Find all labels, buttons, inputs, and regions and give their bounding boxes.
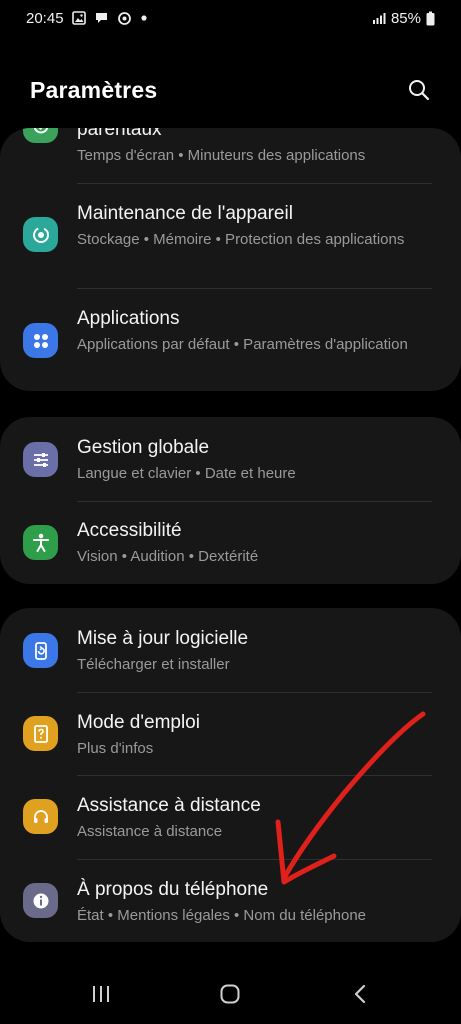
battery-level: 85% — [390, 9, 421, 27]
settings-item-general-management[interactable]: Gestion globale Langue et clavier • Date… — [0, 417, 461, 501]
item-title: Maintenance de l'appareil — [77, 203, 293, 224]
status-right: 85% — [372, 10, 435, 27]
settings-item-about-phone[interactable]: À propos du téléphone État • Mentions lé… — [0, 860, 461, 942]
item-subtitle: Plus d'infos — [77, 740, 154, 757]
sliders-icon — [23, 442, 58, 477]
apps-grid-icon — [23, 323, 58, 358]
search-icon — [409, 80, 430, 101]
accessibility-icon — [23, 525, 58, 560]
settings-group-3: Mise à jour logicielle Télécharger et in… — [0, 608, 461, 942]
item-title: Mise à jour logicielle — [77, 628, 249, 649]
parental-control-icon — [23, 128, 58, 143]
gallery-icon — [71, 11, 86, 25]
item-subtitle: Vision • Audition • Dextérité — [77, 548, 259, 565]
navigation-bar — [0, 966, 461, 1024]
search-button[interactable] — [405, 76, 433, 104]
dot-icon — [140, 14, 148, 22]
settings-group-2: Gestion globale Langue et clavier • Date… — [0, 417, 461, 584]
home-icon — [220, 984, 240, 1004]
item-title: Assistance à distance — [77, 795, 261, 816]
item-subtitle: Stockage • Mémoire • Protection des appl… — [77, 231, 405, 248]
item-subtitle: Télécharger et installer — [77, 656, 230, 673]
headset-icon — [23, 799, 58, 834]
status-bar: 20:45 85% — [0, 0, 461, 36]
recents-icon — [93, 986, 109, 1002]
item-title: Applications — [77, 308, 180, 329]
settings-item-user-manual[interactable]: Mode d'emploi Plus d'infos — [0, 693, 461, 775]
header: Paramètres — [0, 70, 461, 110]
item-subtitle: Applications par défaut • Paramètres d'a… — [77, 336, 408, 353]
home-button[interactable] — [210, 982, 250, 1006]
item-subtitle: Temps d'écran • Minuteurs des applicatio… — [77, 147, 366, 164]
info-icon — [23, 883, 58, 918]
settings-item-software-update[interactable]: Mise à jour logicielle Télécharger et in… — [0, 608, 461, 692]
clock: 20:45 — [26, 9, 64, 27]
signal-icon — [372, 12, 386, 24]
settings-item-accessibility[interactable]: Accessibilité Vision • Audition • Dextér… — [0, 502, 461, 584]
item-title: Accessibilité — [77, 520, 182, 541]
settings-group-1: parentaux Temps d'écran • Minuteurs des … — [0, 128, 461, 391]
page-title: Paramètres — [30, 76, 158, 103]
settings-item-applications[interactable]: Applications Applications par défaut • P… — [0, 289, 461, 391]
item-title: parentaux — [77, 128, 162, 140]
recents-button[interactable] — [81, 982, 121, 1006]
item-subtitle: Assistance à distance — [77, 823, 223, 840]
item-title: Gestion globale — [77, 437, 210, 458]
settings-item-remote-support[interactable]: Assistance à distance Assistance à dista… — [0, 776, 461, 859]
item-subtitle: Langue et clavier • Date et heure — [77, 465, 296, 482]
item-subtitle: État • Mentions légales • Nom du télépho… — [77, 907, 367, 924]
status-left: 20:45 — [26, 10, 148, 27]
sync-icon — [117, 11, 132, 26]
item-title: À propos du téléphone — [77, 879, 269, 900]
settings-item-parental-controls[interactable]: parentaux Temps d'écran • Minuteurs des … — [0, 128, 461, 184]
chat-icon — [94, 11, 109, 25]
item-title: Mode d'emploi — [77, 712, 200, 733]
back-icon — [354, 984, 366, 1004]
software-update-icon — [23, 633, 58, 668]
battery-icon — [426, 11, 435, 26]
back-button[interactable] — [340, 982, 380, 1006]
device-care-icon — [23, 217, 58, 252]
user-manual-icon — [23, 716, 58, 751]
settings-item-device-care[interactable]: Maintenance de l'appareil Stockage • Mém… — [0, 184, 461, 288]
